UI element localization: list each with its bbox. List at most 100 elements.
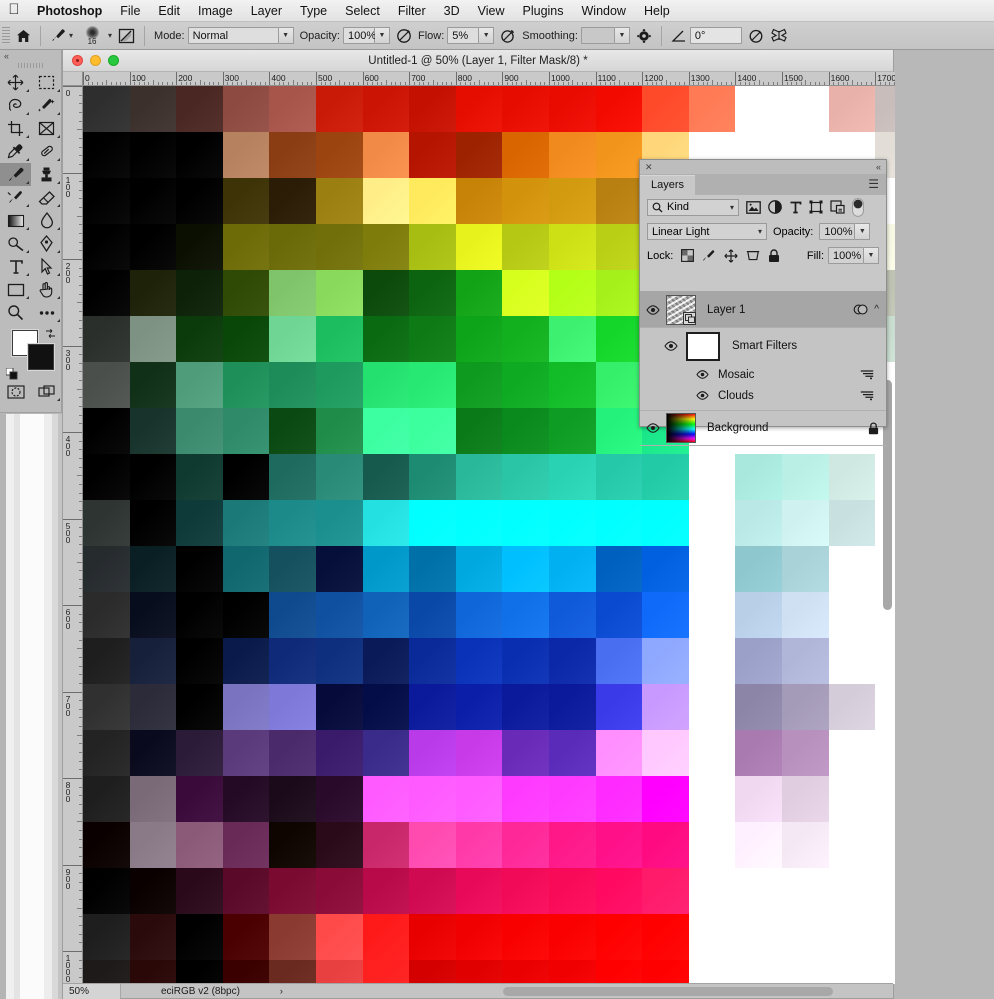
crop-tool[interactable]: [0, 117, 31, 140]
opacity-input[interactable]: 100% ▼: [342, 27, 390, 44]
menu-item-view[interactable]: View: [469, 0, 514, 22]
canvas-horizontal-scrollbar[interactable]: [503, 987, 833, 996]
vertical-ruler[interactable]: 0 100 200 300 400 500 600 700 800 900 1000: [63, 86, 83, 984]
chevron-right-icon[interactable]: ›: [280, 986, 283, 996]
pen-tool[interactable]: [31, 232, 62, 255]
flow-input[interactable]: 5% ▼: [447, 27, 495, 44]
lock-icon[interactable]: [868, 422, 879, 435]
menu-item-type[interactable]: Type: [291, 0, 336, 22]
document-title-bar[interactable]: Untitled-1 @ 50% (Layer 1, Filter Mask/8…: [63, 50, 893, 72]
smoothing-input[interactable]: ▼: [580, 27, 630, 44]
panel-menu-icon[interactable]: ☰: [868, 177, 886, 195]
lock-transparent-pixels-icon[interactable]: [681, 249, 695, 262]
chevron-down-icon[interactable]: ▼: [864, 247, 879, 264]
default-colors-icon[interactable]: [6, 368, 18, 380]
mode-select[interactable]: Normal ▼: [187, 27, 294, 44]
chevron-down-icon[interactable]: ▼: [479, 27, 495, 44]
filter-visibility-toggle[interactable]: [696, 370, 709, 379]
brush-preset-picker[interactable]: ▾: [47, 23, 76, 49]
menu-item-photoshop[interactable]: Photoshop: [28, 0, 111, 22]
layer-name[interactable]: Layer 1: [696, 304, 853, 316]
move-tool[interactable]: [0, 71, 31, 94]
filter-blending-options-icon[interactable]: [860, 390, 886, 401]
smart-object-filter-icon[interactable]: [830, 200, 845, 214]
apple-logo-icon[interactable]: : [0, 2, 28, 19]
panel-title-bar[interactable]: ✕ «: [640, 160, 886, 174]
edit-toolbar-tool[interactable]: [31, 301, 62, 324]
layer-visibility-toggle[interactable]: [640, 423, 666, 433]
chevron-down-icon[interactable]: ▼: [614, 27, 630, 44]
path-selection-tool[interactable]: [31, 255, 62, 278]
lock-all-icon[interactable]: [768, 248, 780, 263]
ruler-origin[interactable]: [63, 72, 83, 86]
rectangle-tool[interactable]: [0, 278, 31, 301]
layer-row-layer-1[interactable]: Layer 1 ^: [640, 292, 886, 328]
menu-item-image[interactable]: Image: [189, 0, 242, 22]
smart-filter-indicator-icon[interactable]: [853, 303, 868, 316]
chevron-down-icon[interactable]: ▼: [374, 27, 390, 44]
filter-mask-thumbnail[interactable]: [686, 331, 720, 361]
chevron-up-icon[interactable]: ^: [874, 304, 879, 315]
history-brush-tool[interactable]: [0, 186, 31, 209]
brush-tool[interactable]: [0, 163, 31, 186]
toolbar-collapse-button[interactable]: «: [0, 50, 61, 62]
frame-tool[interactable]: [31, 117, 62, 140]
zoom-tool[interactable]: [0, 301, 31, 324]
shape-layer-filter-icon[interactable]: [809, 200, 823, 214]
type-layer-filter-icon[interactable]: [789, 201, 802, 214]
quick-selection-tool[interactable]: [31, 94, 62, 117]
collapse-icon[interactable]: «: [876, 162, 881, 172]
rectangular-marquee-tool[interactable]: [31, 71, 62, 94]
clone-stamp-tool[interactable]: [31, 163, 62, 186]
layer-thumbnail[interactable]: [666, 294, 696, 325]
layer-blend-mode-select[interactable]: Linear Light ▾: [647, 223, 767, 240]
layer-opacity-input[interactable]: 100% ▼: [819, 223, 871, 240]
options-bar-grip[interactable]: [2, 26, 10, 45]
menu-item-edit[interactable]: Edit: [149, 0, 189, 22]
layer-visibility-toggle[interactable]: [640, 304, 666, 315]
layer-thumbnail[interactable]: [666, 413, 696, 443]
smart-filters-visibility-toggle[interactable]: [658, 341, 684, 351]
screen-mode-button[interactable]: [31, 380, 62, 403]
brush-size-preview[interactable]: 16 ▾: [76, 23, 115, 49]
angle-value[interactable]: 0°: [689, 27, 742, 44]
brush-settings-button[interactable]: [115, 23, 138, 49]
blur-tool[interactable]: [31, 209, 62, 232]
horizontal-ruler[interactable]: 0 100 200 300 400 500 600 700 800 900 1000 1100 1200…: [83, 72, 895, 86]
quick-mask-mode-button[interactable]: [0, 380, 31, 403]
chevron-down-icon[interactable]: ▾: [730, 203, 734, 212]
filter-blending-options-icon[interactable]: [860, 369, 886, 380]
chevron-down-icon[interactable]: ▼: [278, 27, 294, 44]
airbrush-toggle[interactable]: [497, 23, 519, 49]
menu-item-filter[interactable]: Filter: [389, 0, 435, 22]
healing-brush-tool[interactable]: [31, 140, 62, 163]
menu-item-help[interactable]: Help: [635, 0, 679, 22]
eraser-tool[interactable]: [31, 186, 62, 209]
menu-item-plugins[interactable]: Plugins: [514, 0, 573, 22]
menu-item-3d[interactable]: 3D: [435, 0, 469, 22]
menu-item-layer[interactable]: Layer: [242, 0, 291, 22]
eyedropper-tool[interactable]: [0, 140, 31, 163]
dodge-tool[interactable]: [0, 232, 31, 255]
lasso-tool[interactable]: [0, 94, 31, 117]
zoom-level-field[interactable]: 50%: [63, 983, 121, 999]
smart-filters-row[interactable]: Smart Filters: [640, 328, 886, 364]
pressure-size-toggle[interactable]: [745, 23, 767, 49]
gradient-tool[interactable]: [0, 209, 31, 232]
adjustment-layer-filter-icon[interactable]: [768, 200, 782, 214]
layer-fill-input[interactable]: 100% ▼: [828, 247, 879, 264]
hand-tool[interactable]: [31, 278, 62, 301]
menu-item-select[interactable]: Select: [336, 0, 389, 22]
menu-item-window[interactable]: Window: [573, 0, 635, 22]
type-tool[interactable]: [0, 255, 31, 278]
home-button[interactable]: [13, 23, 34, 49]
lock-artboard-icon[interactable]: [746, 249, 760, 262]
layer-row-background[interactable]: Background: [640, 410, 886, 446]
tab-layers[interactable]: Layers: [640, 175, 696, 195]
menu-item-file[interactable]: File: [111, 0, 149, 22]
smart-filter-row-mosaic[interactable]: Mosaic: [640, 364, 886, 385]
swap-colors-icon[interactable]: [45, 328, 56, 339]
smart-filter-row-clouds[interactable]: Clouds: [640, 385, 886, 406]
pixel-layer-filter-icon[interactable]: [746, 200, 761, 214]
lock-image-pixels-icon[interactable]: [702, 249, 716, 263]
